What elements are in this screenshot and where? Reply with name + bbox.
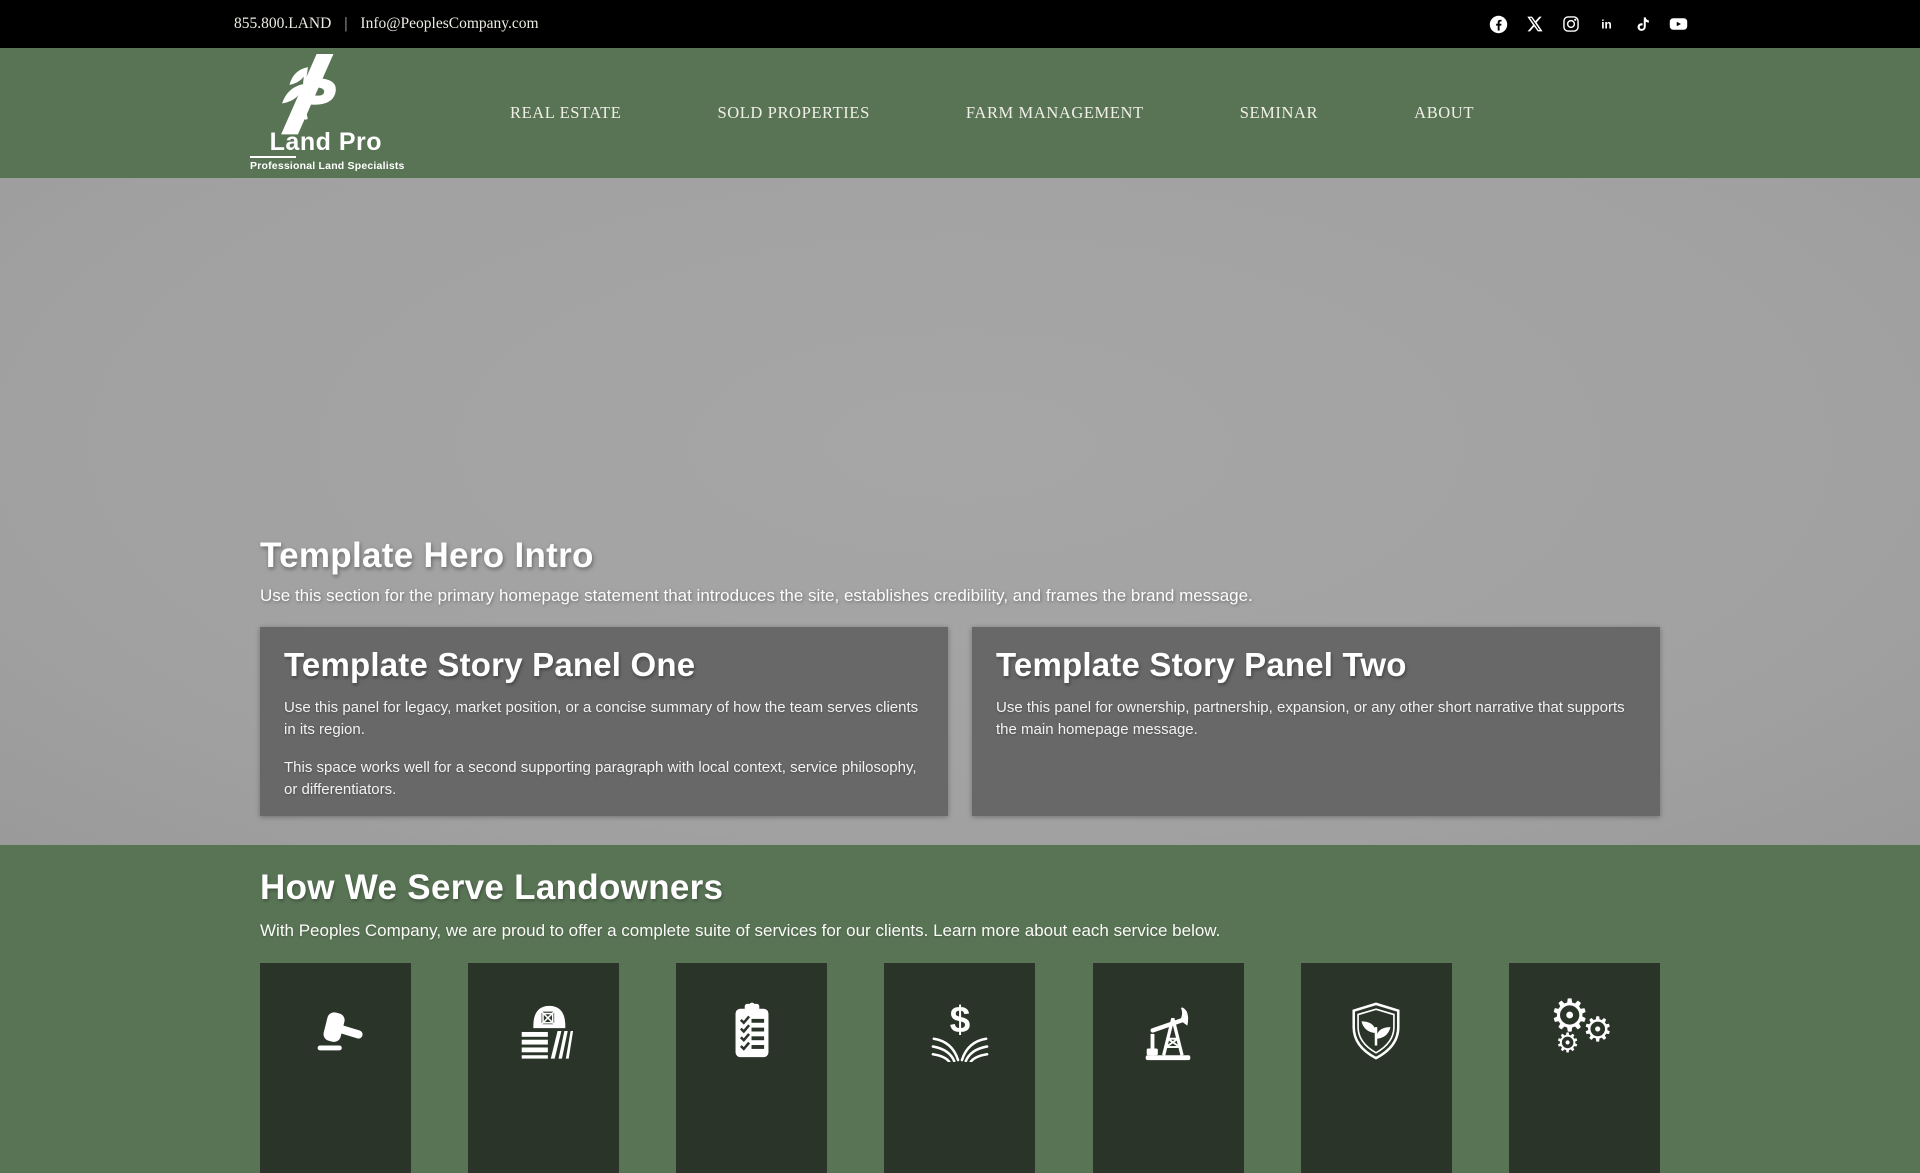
service-tiles: $ ⚙ ⚙ ⚙: [260, 963, 1660, 1173]
story-panel-one-title: Template Story Panel One: [284, 646, 696, 683]
tiktok-link[interactable]: [1633, 15, 1652, 34]
youtube-icon: [1669, 18, 1688, 30]
gear-small-icon: ⚙: [1555, 1028, 1580, 1059]
service-tile-management[interactable]: [676, 963, 828, 1173]
logo-tagline: Professional Land Specialists: [250, 160, 405, 172]
gavel-icon: [317, 1012, 363, 1051]
story-panel-two-paragraph: Use this panel for ownership, partnershi…: [996, 699, 1625, 738]
story-panels: Template Story Panel One Use this panel …: [260, 627, 1660, 816]
nav-item-real-estate[interactable]: REAL ESTATE: [510, 103, 621, 123]
hero-title: Template Hero Intro: [260, 536, 594, 575]
services-title: How We Serve Landowners: [260, 868, 724, 907]
nav-links: REAL ESTATE SOLD PROPERTIES FARM MANAGEM…: [510, 103, 1474, 123]
story-panel-one: Template Story Panel One Use this panel …: [260, 627, 948, 816]
service-tile-operations[interactable]: ⚙ ⚙ ⚙: [1508, 963, 1660, 1173]
nav-item-farm-management[interactable]: FARM MANAGEMENT: [966, 103, 1144, 123]
story-panel-one-paragraph: Use this panel for legacy, market positi…: [284, 699, 919, 738]
linkedin-link[interactable]: in: [1597, 15, 1616, 34]
tiktok-icon: [1637, 16, 1649, 31]
services-section: How We Serve Landowners With Peoples Com…: [0, 845, 1920, 1173]
service-tile-farm[interactable]: [468, 963, 620, 1173]
barn-fields-icon: [521, 1005, 573, 1059]
youtube-link[interactable]: [1669, 15, 1688, 34]
dollar-field-icon: $: [931, 1000, 989, 1062]
svg-text:in: in: [1601, 17, 1612, 31]
services-subtitle: With Peoples Company, we are proud to of…: [260, 921, 1221, 940]
story-panel-two: Template Story Panel Two Use this panel …: [972, 627, 1660, 816]
nav-item-sold-properties[interactable]: SOLD PROPERTIES: [717, 103, 869, 123]
gear-medium-icon: ⚙: [1582, 1010, 1613, 1050]
instagram-icon: [1562, 16, 1579, 32]
top-utility-bar: 855.800.LAND | Info@PeoplesCompany.com i…: [0, 0, 1920, 48]
email-link[interactable]: Info@PeoplesCompany.com: [360, 15, 538, 33]
service-tile-conservation[interactable]: [1300, 963, 1452, 1173]
nav-item-seminar[interactable]: SEMINAR: [1240, 103, 1318, 123]
service-tile-auction[interactable]: [260, 963, 411, 1173]
main-navbar: Land Pro Professional Land Specialists R…: [0, 48, 1920, 178]
clipboard-checklist-icon: [735, 1002, 769, 1058]
oil-derrick-icon: [1145, 1007, 1191, 1061]
contact-info: 855.800.LAND | Info@PeoplesCompany.com: [234, 15, 539, 33]
gears-icon: ⚙ ⚙ ⚙: [1549, 993, 1617, 1064]
instagram-link[interactable]: [1561, 15, 1580, 34]
nav-item-about[interactable]: ABOUT: [1414, 103, 1474, 123]
logo-title: Land Pro: [269, 128, 382, 156]
x-twitter-link[interactable]: [1525, 15, 1544, 34]
shield-sprout-icon: [1352, 1002, 1400, 1060]
service-tile-minerals[interactable]: [1092, 963, 1244, 1173]
social-links: in: [1489, 15, 1688, 34]
service-tile-land-values[interactable]: $: [884, 963, 1036, 1173]
story-panel-two-title: Template Story Panel Two: [996, 646, 1407, 683]
story-panel-one-paragraph: This space works well for a second suppo…: [284, 759, 917, 798]
facebook-icon: [1489, 15, 1508, 33]
x-twitter-icon: [1526, 16, 1543, 32]
logo[interactable]: Land Pro Professional Land Specialists: [250, 54, 405, 172]
phone-link[interactable]: 855.800.LAND: [234, 15, 331, 33]
hero-section: Template Hero Intro Use this section for…: [0, 178, 1920, 845]
facebook-link[interactable]: [1489, 15, 1508, 34]
linkedin-icon: in: [1601, 17, 1612, 31]
svg-text:$: $: [950, 1000, 970, 1040]
hero-subtitle: Use this section for the primary homepag…: [260, 586, 1253, 605]
separator: |: [344, 15, 348, 32]
